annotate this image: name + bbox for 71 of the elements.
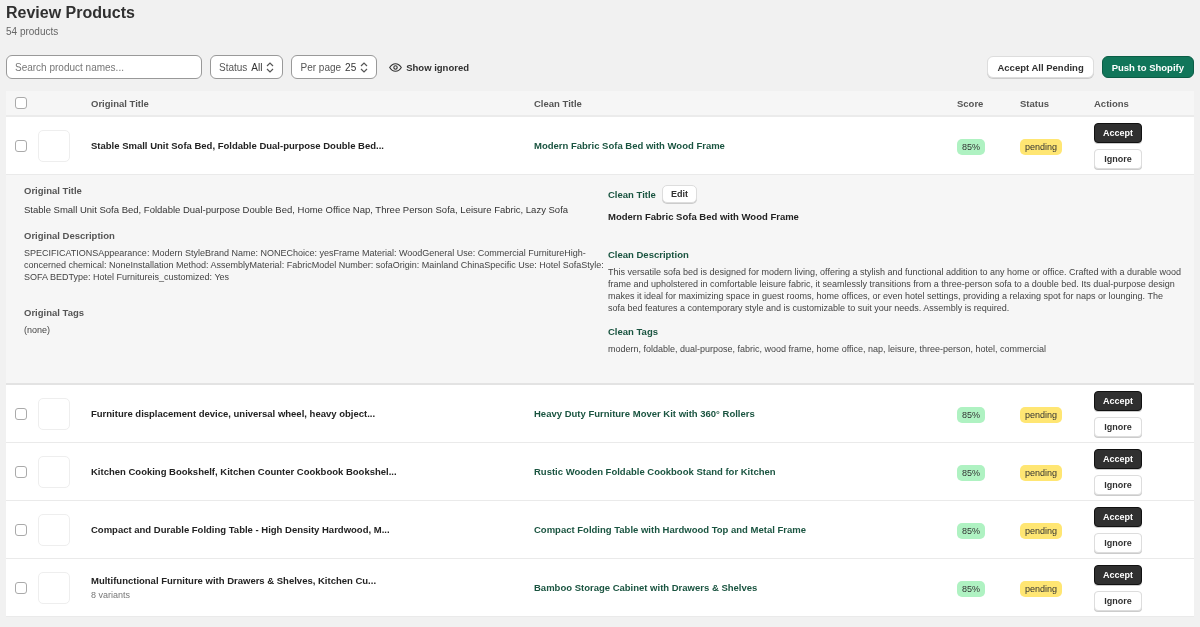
select-all-checkbox[interactable]	[15, 97, 27, 109]
score-badge: 85%	[957, 407, 985, 423]
accept-button[interactable]: Accept	[1094, 448, 1142, 469]
clean-title: Heavy Duty Furniture Mover Kit with 360° Rollers	[534, 408, 756, 419]
column-header: Score	[957, 97, 985, 109]
row-checkbox[interactable]	[15, 465, 27, 478]
field-label: Original Tags	[24, 307, 84, 318]
original-title: Furniture displacement device, universal wheel, heavy object...	[91, 408, 376, 419]
original-description: SPECIFICATIONSAppearance: Modern StyleBrand Name: NONEChoice: yesFrame Material: WoodGeneral Use: Commercial FurnitureHigh-concerned chemical: NoneInstallation Method: AssemblyMaterial: FabricModel Number: sofaOrigin: Mainland ChinaSpecific Use: Hotel SofaStyle: SOFA BEDType: Hotel Furnitureis_customized: Yes	[24, 247, 605, 284]
table-row[interactable]: Multifunctional Furniture with Drawers & Shelves, Kitchen Cu... 8 variants Bamboo Storage Cabinet with Drawers & Shelves 85% pending Accept Ignore	[6, 559, 1194, 617]
row-checkbox[interactable]	[15, 407, 27, 420]
clean-tags: modern, foldable, dual-purpose, fabric, wood frame, home office, nap, leisure, three-person, hotel, commercial	[608, 343, 1047, 355]
per-page-select[interactable]: Per page 25	[291, 55, 378, 79]
original-title: Kitchen Cooking Bookshelf, Kitchen Counter Cookbook Bookshel...	[91, 466, 397, 477]
column-header: Actions	[1094, 97, 1130, 109]
clean-title: Compact Folding Table with Hardwood Top and Metal Frame	[534, 524, 807, 535]
eye-icon	[389, 62, 403, 72]
status-select[interactable]: Status All	[210, 55, 284, 79]
accept-button[interactable]: Accept	[1094, 390, 1142, 411]
ignore-button[interactable]: Ignore	[1094, 532, 1142, 553]
score-badge: 85%	[957, 139, 985, 155]
clean-title: Bamboo Storage Cabinet with Drawers & Shelves	[534, 582, 759, 593]
table-row[interactable]: Stable Small Unit Sofa Bed, Foldable Dual-purpose Double Bed... Modern Fabric Sofa Bed with Wood Frame 85% pending Accept Ignore	[6, 117, 1194, 175]
original-title: Multifunctional Furniture with Drawers & Shelves, Kitchen Cu...	[91, 575, 377, 586]
ignore-button[interactable]: Ignore	[1094, 474, 1142, 495]
table-row[interactable]: Furniture displacement device, universal wheel, heavy object... Heavy Duty Furniture Mover Kit with 360° Rollers 85% pending Accept Ignore	[6, 385, 1194, 443]
column-header: Clean Title	[534, 97, 583, 109]
clean-description: This versatile sofa bed is designed for modern living, offering a stylish and functional addition to any home or office. Crafted with a durable wood frame and upholstered in comfortable leisure fabric, it seamlessly transitions from a three-person sofa to a double bed. Its dual-purpose design makes it ideal for maximizing space in guest rooms, home offices, or even hotel settings, providing a relaxing spot for naps or lounging. The sofa bed features a contemporary style and is customizable to suit your needs. Assembly is required.	[608, 266, 1182, 314]
edit-button[interactable]: Edit	[661, 185, 697, 203]
accept-button[interactable]: Accept	[1094, 564, 1142, 585]
clean-title: Modern Fabric Sofa Bed with Wood Frame	[534, 140, 726, 151]
column-header: Original Title	[91, 97, 150, 109]
ignore-button[interactable]: Ignore	[1094, 148, 1142, 169]
score-badge: 85%	[957, 523, 985, 539]
field-label: Original Description	[24, 230, 115, 241]
table-row[interactable]: Compact and Durable Folding Table - High Density Hardwood, M... Compact Folding Table with Hardwood Top and Metal Frame 85% pending Accept Ignore	[6, 501, 1194, 559]
product-count: 54 products	[6, 26, 60, 37]
score-badge: 85%	[957, 465, 985, 481]
field-label: Original Title	[24, 185, 82, 196]
status-badge: pending	[1020, 523, 1063, 539]
variant-count: 8 variants	[91, 590, 131, 600]
row-checkbox[interactable]	[15, 139, 27, 152]
status-badge: pending	[1020, 407, 1063, 423]
ignore-button[interactable]: Ignore	[1094, 590, 1142, 611]
search-field[interactable]: Search product names...	[6, 55, 202, 79]
field-label: Clean Tags	[608, 326, 658, 337]
table-row[interactable]: Kitchen Cooking Bookshelf, Kitchen Counter Cookbook Bookshel... Rustic Wooden Foldable Cookbook Stand for Kitchen 85% pending Accept Ignore	[6, 443, 1194, 501]
chevron-updown-icon	[360, 61, 369, 73]
original-tags: (none)	[24, 324, 50, 336]
field-label: Clean Description	[608, 249, 689, 260]
clean-title: Rustic Wooden Foldable Cookbook Stand for Kitchen	[534, 466, 777, 477]
status-badge: pending	[1020, 581, 1063, 597]
chevron-updown-icon	[266, 61, 275, 73]
row-checkbox[interactable]	[15, 523, 27, 536]
ignore-button[interactable]: Ignore	[1094, 416, 1142, 437]
page-title: Review Products	[6, 4, 136, 22]
original-title-text: Stable Small Unit Sofa Bed, Foldable Dual-purpose Double Bed, Home Office Nap, Three Person Sofa, Leisure Fabric, Lazy Sofa	[24, 203, 569, 217]
score-badge: 85%	[957, 581, 985, 597]
accept-all-button[interactable]: Accept All Pending	[987, 56, 1094, 78]
push-button[interactable]: Push to Shopify	[1101, 56, 1194, 78]
status-badge: pending	[1020, 139, 1063, 155]
show-ignored-toggle[interactable]: Show ignored	[385, 61, 473, 73]
accept-button[interactable]: Accept	[1094, 506, 1142, 527]
row-checkbox[interactable]	[15, 581, 27, 594]
original-title: Stable Small Unit Sofa Bed, Foldable Dual-purpose Double Bed...	[91, 140, 384, 151]
clean-title-text: Modern Fabric Sofa Bed with Wood Frame	[608, 210, 799, 224]
accept-button[interactable]: Accept	[1094, 122, 1142, 143]
column-header: Status	[1020, 97, 1051, 109]
status-badge: pending	[1020, 465, 1063, 481]
original-title: Compact and Durable Folding Table - High Density Hardwood, M...	[91, 524, 390, 535]
field-label: Clean Title	[608, 188, 656, 200]
